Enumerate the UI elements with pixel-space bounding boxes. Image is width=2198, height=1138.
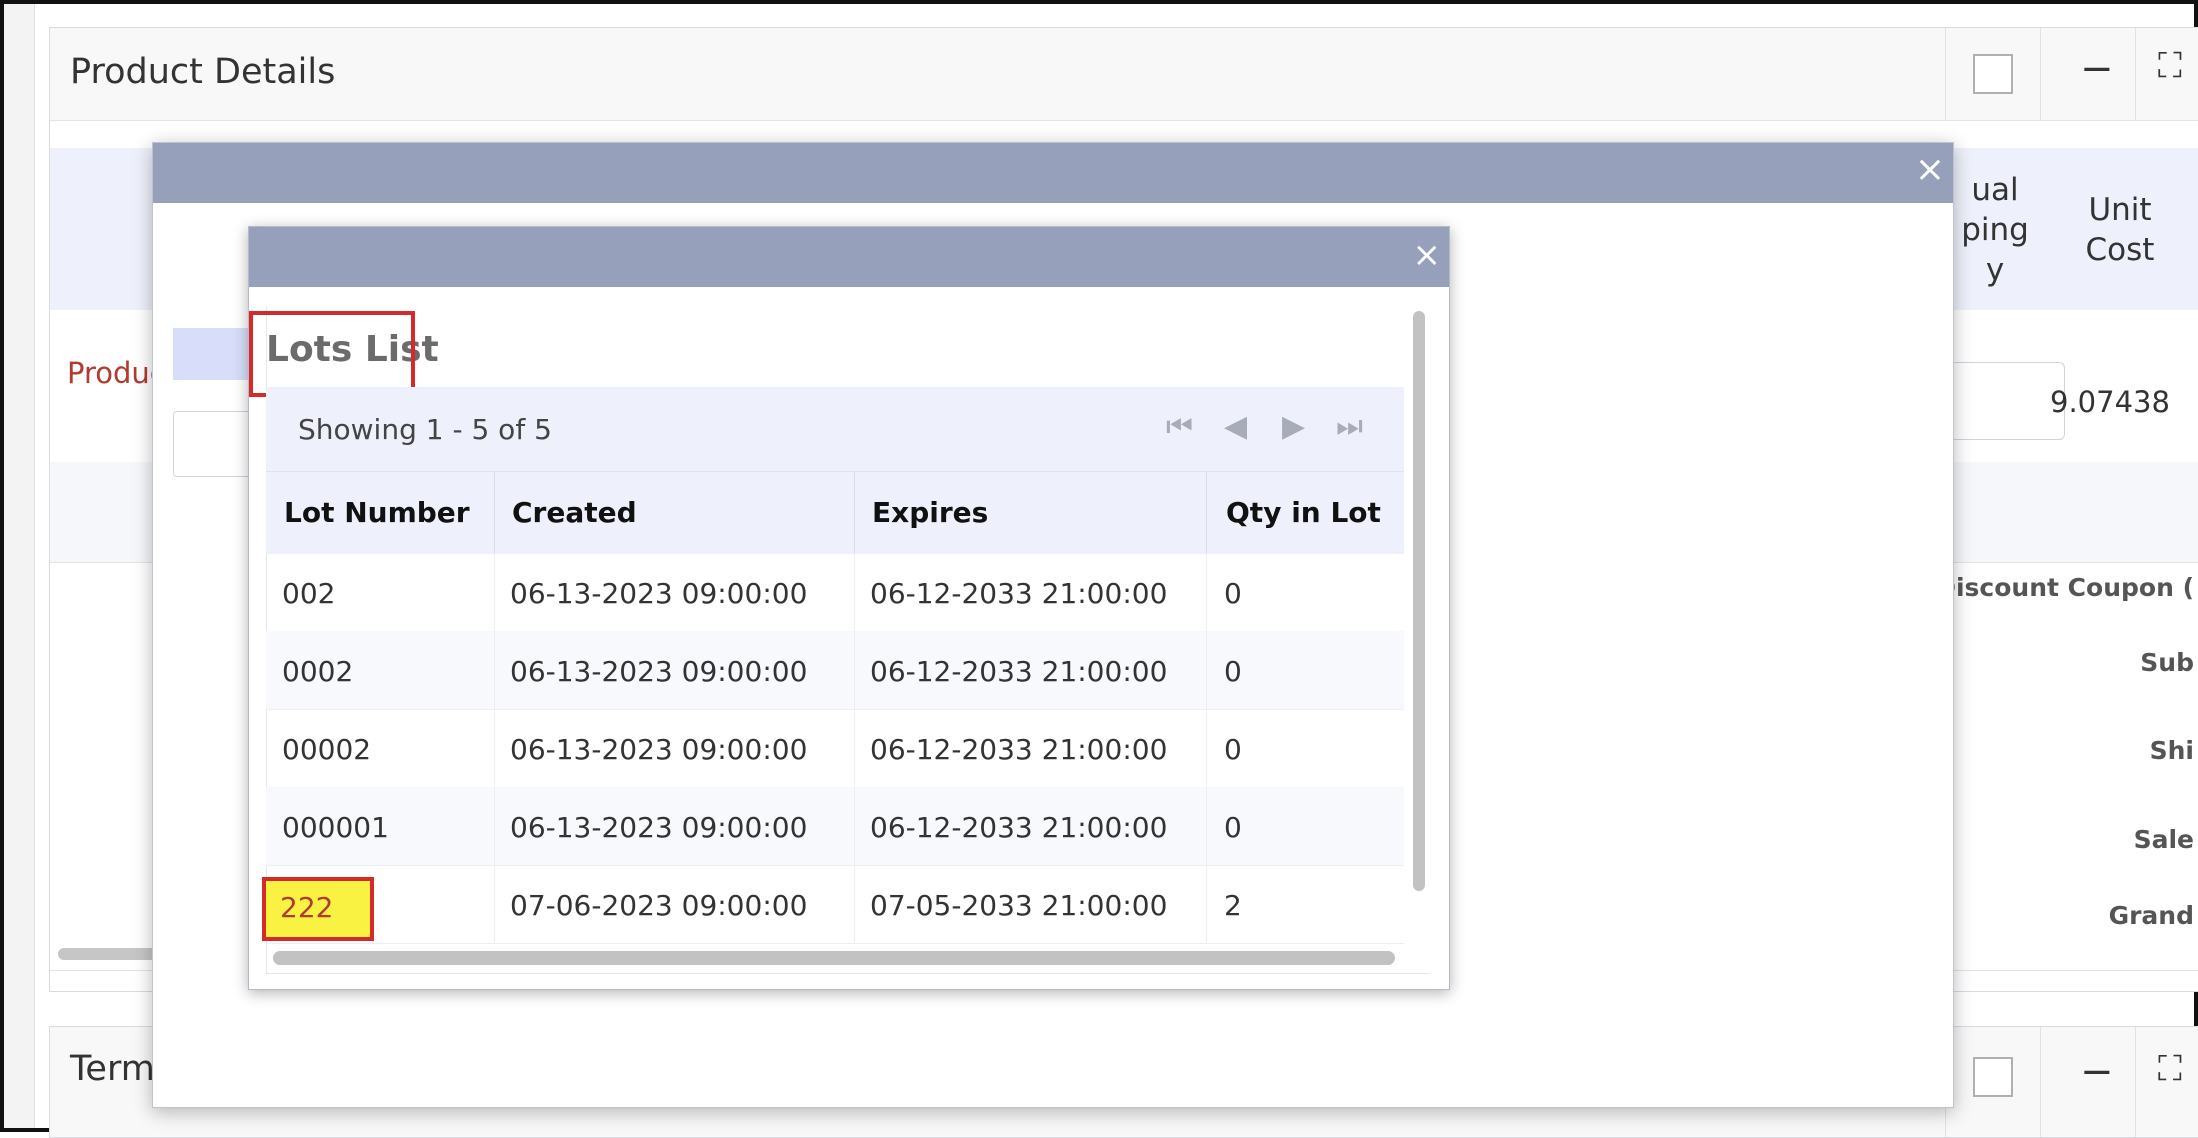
qty-cell: 2 bbox=[1224, 889, 1242, 922]
created-cell: 07-06-2023 09:00:00 bbox=[510, 889, 808, 922]
expires-cell: 07-05-2033 21:00:00 bbox=[870, 889, 1168, 922]
cell-separator bbox=[1206, 787, 1207, 865]
qty-cell: 0 bbox=[1224, 655, 1242, 688]
summary-grand-total: Grand bbox=[2108, 901, 2194, 930]
column-header-created[interactable]: Created bbox=[512, 496, 637, 529]
product-link[interactable]: Produc bbox=[67, 356, 166, 390]
created-cell: 06-13-2023 09:00:00 bbox=[510, 811, 808, 844]
minimize-icon[interactable]: − bbox=[2080, 46, 2114, 92]
table-row[interactable]: 0002 06-13-2023 09:00:00 06-12-2033 21:0… bbox=[266, 631, 1404, 710]
lots-dialog-titlebar[interactable]: × bbox=[249, 227, 1449, 287]
left-strip bbox=[4, 4, 35, 1128]
column-header-unit-cost: Unit Cost bbox=[2085, 192, 2155, 268]
minimize-icon[interactable]: − bbox=[2080, 1049, 2114, 1095]
pager-bar: Showing 1 - 5 of 5 ⏮ ◀ ▶ ⏭ bbox=[266, 387, 1404, 471]
close-icon[interactable]: × bbox=[1413, 235, 1442, 275]
created-cell: 06-13-2023 09:00:00 bbox=[510, 733, 808, 766]
panel-header: Product Details − ⛶ bbox=[50, 28, 2198, 121]
panel-checkbox[interactable] bbox=[1973, 1057, 2013, 1097]
table-row[interactable]: 000001 06-13-2023 09:00:00 06-12-2033 21… bbox=[266, 787, 1404, 866]
cell-separator bbox=[1206, 865, 1207, 943]
cell-separator bbox=[494, 865, 495, 943]
summary-sales-tax: Sale bbox=[2133, 825, 2194, 854]
grid-header: Lot Number Created Expires Qty in Lot bbox=[266, 471, 1404, 554]
expand-icon[interactable]: ⛶ bbox=[2158, 46, 2182, 86]
qty-cell: 0 bbox=[1224, 577, 1242, 610]
lot-number-cell[interactable]: 000001 bbox=[282, 811, 389, 844]
cell-separator bbox=[494, 631, 495, 709]
table-row[interactable]: 00002 06-13-2023 09:00:00 06-12-2033 21:… bbox=[266, 709, 1404, 788]
summary-shipping: Shi bbox=[2149, 736, 2194, 765]
first-page-icon[interactable]: ⏮ bbox=[1166, 409, 1193, 444]
cell-separator bbox=[494, 787, 495, 865]
column-header-qty-in-lot[interactable]: Qty in Lot bbox=[1226, 496, 1381, 529]
unit-cost-value: 9.07438 bbox=[2050, 385, 2170, 419]
lots-list-dialog: × Lots List Showing 1 - 5 of 5 ⏮ ◀ ▶ ⏭ L… bbox=[248, 226, 1450, 990]
summary-subtotal: Sub bbox=[2140, 648, 2194, 677]
table-row[interactable]: 07-06-2023 09:00:00 07-05-2033 21:00:00 … bbox=[266, 865, 1404, 944]
header-separator bbox=[2135, 1027, 2136, 1137]
text-input[interactable] bbox=[173, 411, 255, 477]
expires-cell: 06-12-2033 21:00:00 bbox=[870, 811, 1168, 844]
header-separator bbox=[2040, 28, 2041, 120]
cell-separator bbox=[1206, 631, 1207, 709]
header-separator bbox=[2040, 1027, 2041, 1137]
column-header-lot-number[interactable]: Lot Number bbox=[284, 496, 470, 529]
cell-separator bbox=[854, 553, 855, 631]
cell-separator bbox=[494, 553, 495, 631]
header-separator bbox=[2135, 28, 2136, 120]
expires-cell: 06-12-2033 21:00:00 bbox=[870, 655, 1168, 688]
cell-separator bbox=[854, 631, 855, 709]
panel-title: Product Details bbox=[70, 52, 336, 92]
header-separator bbox=[1945, 28, 1946, 120]
pager-status: Showing 1 - 5 of 5 bbox=[298, 413, 552, 446]
last-page-icon[interactable]: ⏭ bbox=[1336, 409, 1363, 444]
expires-cell: 06-12-2033 21:00:00 bbox=[870, 733, 1168, 766]
expand-icon[interactable]: ⛶ bbox=[2158, 1049, 2182, 1089]
lot-number-cell[interactable]: 0002 bbox=[282, 655, 353, 688]
column-separator[interactable] bbox=[494, 472, 495, 554]
highlighted-lot-number-cell[interactable]: 222 bbox=[262, 877, 374, 941]
qty-cell: 0 bbox=[1224, 733, 1242, 766]
cell-separator bbox=[494, 709, 495, 787]
created-cell: 06-13-2023 09:00:00 bbox=[510, 655, 808, 688]
summary-discount-coupon: Discount Coupon ( bbox=[1935, 573, 2194, 602]
outer-dialog-titlebar[interactable]: × bbox=[153, 143, 1953, 203]
column-separator[interactable] bbox=[854, 472, 855, 554]
horizontal-scrollbar[interactable] bbox=[273, 951, 1395, 965]
vertical-scrollbar[interactable] bbox=[1413, 311, 1425, 891]
expires-cell: 06-12-2033 21:00:00 bbox=[870, 577, 1168, 610]
selected-field-highlight bbox=[173, 328, 253, 380]
next-page-icon[interactable]: ▶ bbox=[1282, 409, 1305, 444]
qty-cell: 0 bbox=[1224, 811, 1242, 844]
annotation-box-title bbox=[249, 311, 415, 397]
cell-separator bbox=[854, 787, 855, 865]
panel-checkbox[interactable] bbox=[1973, 54, 2013, 94]
column-header-expires[interactable]: Expires bbox=[872, 496, 988, 529]
table-row[interactable]: 002 06-13-2023 09:00:00 06-12-2033 21:00… bbox=[266, 553, 1404, 632]
panel-title: Term bbox=[70, 1049, 155, 1089]
lot-number-cell[interactable]: 222 bbox=[280, 891, 333, 924]
cell-separator bbox=[1206, 709, 1207, 787]
created-cell: 06-13-2023 09:00:00 bbox=[510, 577, 808, 610]
cell-separator bbox=[854, 865, 855, 943]
previous-page-icon[interactable]: ◀ bbox=[1224, 409, 1247, 444]
lot-number-cell[interactable]: 00002 bbox=[282, 733, 371, 766]
close-icon[interactable]: × bbox=[1915, 149, 1945, 190]
lot-number-cell[interactable]: 002 bbox=[282, 577, 335, 610]
column-separator[interactable] bbox=[1206, 472, 1207, 554]
cell-separator bbox=[854, 709, 855, 787]
cell-separator bbox=[1206, 553, 1207, 631]
